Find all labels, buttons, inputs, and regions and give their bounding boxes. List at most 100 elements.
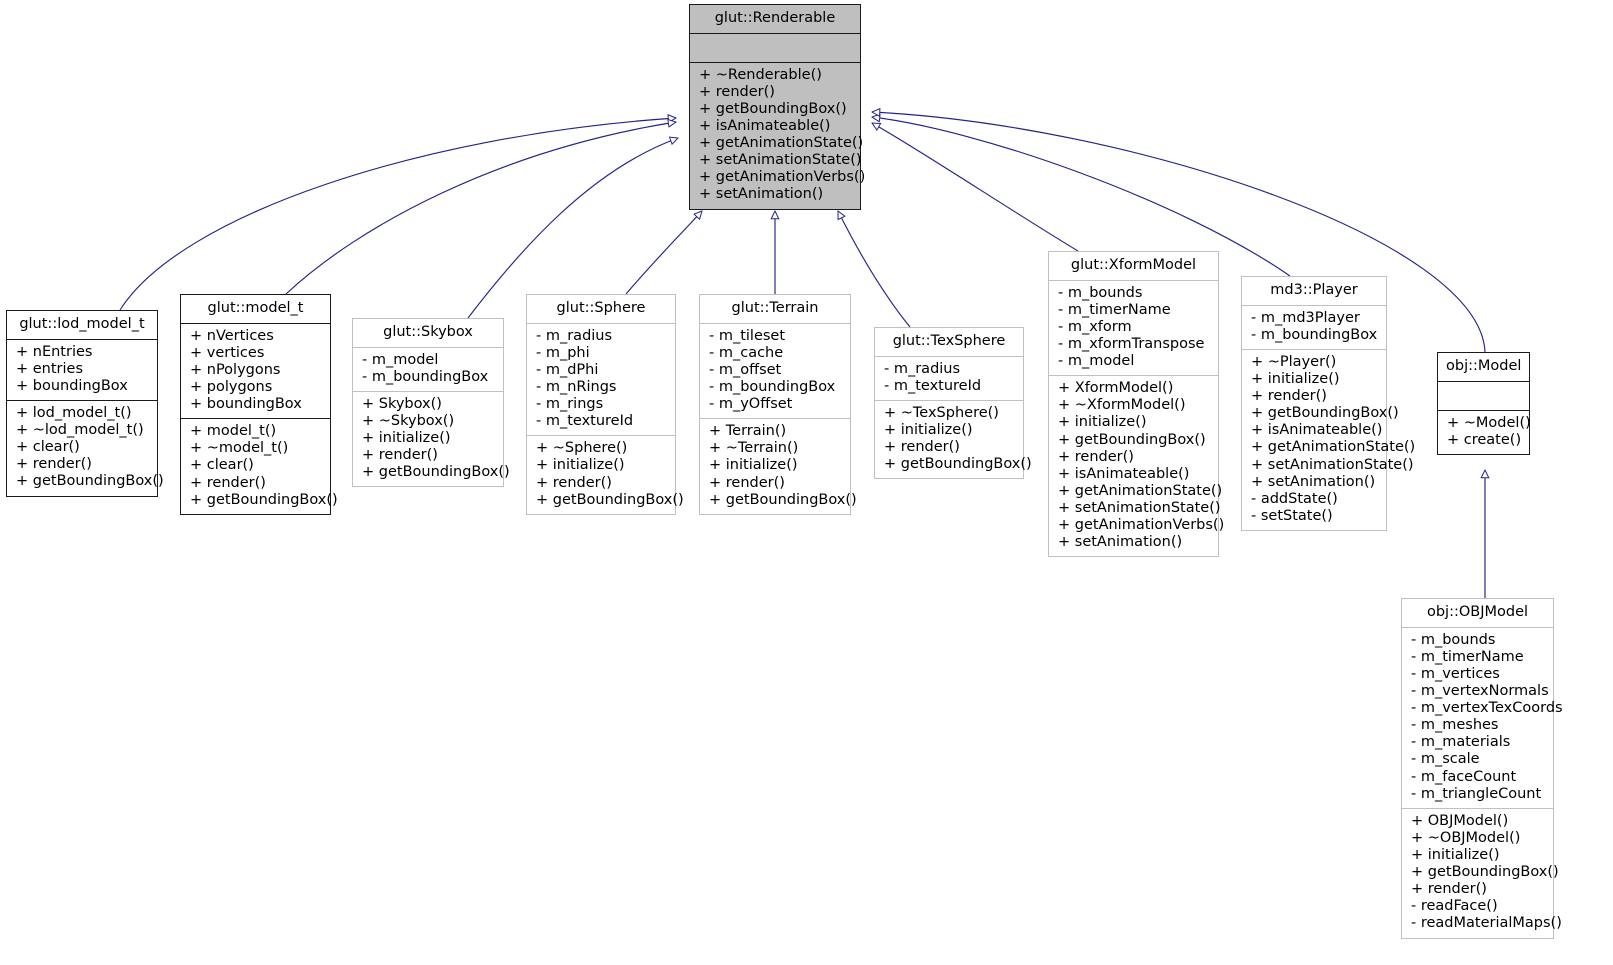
attribute: - m_vertexTexCoords bbox=[1411, 700, 1563, 717]
class-box-skybox[interactable]: glut::Skybox - m_model - m_boundingBox + Sk… bbox=[352, 318, 510, 488]
attributes-lod_model_t: + nEntries + entries + boundingBox bbox=[7, 340, 157, 400]
attributes-texsphere: - m_radius - m_textureId bbox=[875, 357, 1023, 400]
class-box-lod_model_t[interactable]: glut::lod_model_t + nEntries + entries + bo… bbox=[6, 310, 164, 497]
method: + getBoundingBox() bbox=[16, 473, 164, 490]
method: + render() bbox=[362, 447, 438, 464]
method: + ~model_t() bbox=[190, 440, 289, 457]
method: + initialize() bbox=[1058, 414, 1147, 431]
method: + render() bbox=[699, 83, 775, 100]
method: + ~TexSphere() bbox=[884, 404, 999, 421]
method: + initialize() bbox=[1251, 371, 1340, 387]
method: - addState() bbox=[1251, 490, 1338, 507]
class-box-model_t[interactable]: glut::model_t+ nVertices + vertices + nPol… bbox=[180, 294, 338, 515]
attributes-objmodel_base bbox=[1438, 382, 1529, 410]
method: + getBoundingBox() bbox=[1411, 864, 1559, 881]
class-name-sphere: glut::Sphere bbox=[556, 300, 646, 316]
method: + clear() bbox=[190, 457, 254, 474]
method: + getAnimationState() bbox=[1251, 439, 1416, 456]
methods-lod_model_t: + lod_model_t() + ~lod_model_t() + clear()… bbox=[7, 401, 164, 496]
attribute: + nPolygons bbox=[190, 361, 281, 378]
class-name-objmodel: obj::OBJModel bbox=[1426, 604, 1529, 620]
attribute: + nEntries bbox=[16, 343, 93, 360]
class-box-sphere[interactable]: glut::Sphere - m_radius - m_phi - m_dPhi - m… bbox=[526, 294, 684, 515]
attribute: - m_dPhi bbox=[536, 361, 599, 378]
method: + render() bbox=[1251, 388, 1327, 405]
method: + getBoundingBox() bbox=[699, 100, 847, 117]
edge-model_t-to-renderable bbox=[285, 122, 676, 295]
method: + Skybox() bbox=[362, 395, 442, 412]
method: + isAnimateable() bbox=[1251, 422, 1383, 439]
methods-objmodel_base: + ~Model() + create() bbox=[1438, 411, 1531, 454]
methods-md3player: + ~Player() + initialize() + render() + get… bbox=[1242, 350, 1416, 530]
attribute: - m_timerName bbox=[1058, 301, 1171, 318]
method: + getBoundingBox() bbox=[190, 491, 338, 508]
class-box-xformmodel[interactable]: glut::XformModel - m_bounds - m_timerName -… bbox=[1048, 251, 1225, 558]
method: + render() bbox=[1058, 448, 1134, 465]
methods-texsphere: + ~TexSphere() + initialize() + render() + … bbox=[875, 401, 1032, 478]
method: + clear() bbox=[16, 439, 80, 456]
edge-xformmodel-to-renderable bbox=[872, 123, 1079, 252]
attribute: - m_cache bbox=[709, 344, 784, 361]
class-name-xformmodel: glut::XformModel bbox=[1070, 257, 1197, 273]
method: + XformModel() bbox=[1058, 380, 1174, 397]
method: + ~Renderable() bbox=[699, 66, 822, 83]
edge-skybox-to-renderable bbox=[467, 138, 678, 319]
attributes-terrain: - m_tileset - m_cache - m_offset - m_boundi… bbox=[700, 324, 850, 419]
attribute: + nVertices bbox=[190, 327, 274, 344]
method: + render() bbox=[884, 439, 960, 456]
attribute: - m_nRings bbox=[536, 379, 617, 395]
attribute: - m_bounds bbox=[1058, 284, 1143, 301]
attribute: - m_radius bbox=[536, 327, 613, 344]
method: + model_t() bbox=[190, 423, 277, 440]
class-name-model_t: glut::model_t bbox=[207, 300, 304, 316]
method: + ~OBJModel() bbox=[1411, 829, 1521, 846]
class-name-renderable: glut::Renderable bbox=[714, 10, 836, 26]
method: + render() bbox=[16, 456, 92, 473]
methods-xformmodel: + XformModel() + ~XformModel() + initializ… bbox=[1049, 376, 1225, 556]
method: + render() bbox=[1411, 881, 1487, 898]
method: - readMaterialMaps() bbox=[1411, 915, 1562, 932]
method: + getAnimationVerbs() bbox=[1058, 517, 1225, 534]
methods-objmodel: + OBJModel() + ~OBJModel() + initialize() +… bbox=[1402, 809, 1562, 938]
class-box-renderable[interactable]: glut::Renderable+ ~Renderable() + render(… bbox=[689, 4, 866, 210]
class-box-texsphere[interactable]: glut::TexSphere - m_radius - m_textureId + … bbox=[874, 327, 1032, 480]
methods-renderable: + ~Renderable() + render() + getBoundingBo… bbox=[690, 63, 866, 209]
method: + initialize() bbox=[536, 457, 625, 474]
method: + getBoundingBox() bbox=[362, 464, 510, 481]
attributes-model_t: + nVertices + vertices + nPolygons + polygo… bbox=[181, 324, 330, 419]
method: + ~Model() bbox=[1447, 414, 1531, 431]
method: + OBJModel() bbox=[1411, 812, 1509, 829]
class-box-terrain[interactable]: glut::Terrain - m_tileset - m_cache - m_off… bbox=[699, 294, 857, 515]
attribute: - m_xform bbox=[1058, 318, 1132, 335]
method: + setAnimation() bbox=[1251, 473, 1376, 490]
class-box-md3player[interactable]: md3::Player - m_md3Player - m_boundingBox +… bbox=[1241, 276, 1416, 531]
attribute: - m_model bbox=[1058, 353, 1135, 370]
method: + setAnimationState() bbox=[1251, 456, 1414, 473]
attribute: - m_triangleCount bbox=[1411, 785, 1542, 802]
method: + getBoundingBox() bbox=[709, 491, 857, 508]
method: + ~Sphere() bbox=[536, 440, 628, 457]
class-box-objmodel[interactable]: obj::OBJModel- m_bounds - m_timerName - m_… bbox=[1401, 598, 1563, 939]
method: + render() bbox=[709, 474, 785, 491]
attributes-renderable bbox=[690, 34, 860, 62]
class-box-objmodel_base[interactable]: obj::Model+ ~Model() + create() bbox=[1437, 352, 1531, 455]
method: + getAnimationVerbs() bbox=[699, 169, 866, 186]
uml-diagram-canvas: glut::Renderable + ~Renderable() + render(… bbox=[0, 0, 1613, 965]
method: + getBoundingBox() bbox=[536, 491, 684, 508]
attribute: + boundingBox bbox=[190, 396, 302, 413]
method: + render() bbox=[190, 474, 266, 491]
attribute: - m_scale bbox=[1411, 751, 1480, 768]
attributes-objmodel: - m_bounds - m_timerName - m_vertices - m_v… bbox=[1402, 628, 1563, 808]
class-name-skybox: glut::Skybox bbox=[383, 324, 473, 340]
class-name-objmodel_base: obj::Model bbox=[1446, 358, 1522, 374]
methods-sphere: + ~Sphere() + initialize() + render() + get… bbox=[527, 436, 684, 513]
method: + setAnimationState() bbox=[1058, 499, 1221, 516]
method: + Terrain() bbox=[709, 423, 787, 440]
method: + ~Skybox() bbox=[362, 413, 455, 429]
attribute: - m_bounds bbox=[1411, 631, 1496, 648]
attributes-xformmodel: - m_bounds - m_timerName - m_xform - m_xfor… bbox=[1049, 281, 1218, 376]
attribute: + polygons bbox=[190, 379, 273, 395]
methods-terrain: + Terrain() + ~Terrain() + initialize() + r… bbox=[700, 419, 857, 514]
method: + isAnimateable() bbox=[1058, 465, 1190, 482]
method: + render() bbox=[536, 474, 612, 491]
